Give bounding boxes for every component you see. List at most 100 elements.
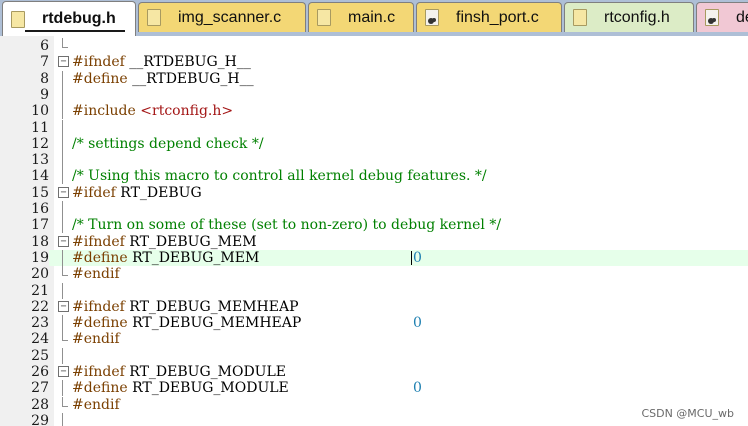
line-number: 29	[31, 412, 49, 426]
code-text: #define __RTDEBUG_H__	[72, 71, 254, 87]
code-text: #ifndef __RTDEBUG_H__	[72, 54, 251, 70]
code-text: #include <rtconfig.h>	[72, 103, 233, 119]
line-number: 23	[31, 315, 49, 332]
fold-guide	[58, 86, 69, 103]
code-line[interactable]: 13	[0, 152, 748, 169]
code-comment: /* Using this macro to control all kerne…	[72, 168, 487, 185]
preprocessor-directive: #include	[72, 103, 136, 120]
code-line[interactable]: 22− #ifndef RT_DEBUG_MEMHEAP	[0, 299, 748, 315]
code-line[interactable]: 26− #ifndef RT_DEBUG_MODULE	[0, 364, 748, 380]
code-line[interactable]: 28 #endif	[0, 396, 748, 413]
code-line[interactable]: 15− #ifdef RT_DEBUG	[0, 185, 748, 201]
tab-main-c[interactable]: main.c	[308, 2, 414, 32]
tab-de-partial[interactable]: de	[696, 2, 748, 32]
line-number: 15	[31, 184, 49, 201]
code-line[interactable]: 14 /* Using this macro to control all ker…	[0, 168, 748, 185]
fold-toggle-icon[interactable]: −	[58, 300, 69, 312]
preprocessor-directive: #endif	[72, 266, 120, 283]
include-path: <rtconfig.h>	[140, 103, 234, 120]
code-line[interactable]: 25	[0, 347, 748, 364]
tab-finsh-port-c[interactable]: finsh_port.c	[416, 2, 562, 32]
code-text: #ifndef RT_DEBUG_MEMHEAP	[72, 299, 299, 315]
code-line[interactable]: 11	[0, 119, 748, 136]
identifier: RT_DEBUG	[115, 184, 202, 201]
code-line[interactable]: 23 #define RT_DEBUG_MEMHEAP 0	[0, 315, 748, 332]
code-editor[interactable]: 6 7− #ifndef __RTDEBUG_H__ 8 #define __RTDEB…	[0, 36, 748, 426]
code-line[interactable]: 29	[0, 412, 748, 426]
preprocessor-directive: #define	[72, 315, 128, 332]
code-line[interactable]: 21	[0, 282, 748, 299]
code-text: /* settings depend check */	[72, 136, 264, 152]
identifier: RT_DEBUG_MEM	[127, 249, 260, 266]
c-source-file-icon	[705, 9, 719, 26]
line-number: 8	[40, 70, 49, 87]
tab-rtconfig-h[interactable]: rtconfig.h	[564, 2, 694, 32]
tab-label: main.c	[348, 8, 396, 26]
code-line[interactable]: 7− #ifndef __RTDEBUG_H__	[0, 54, 748, 70]
line-number: 26	[31, 364, 49, 380]
line-number: 6	[40, 38, 49, 54]
line-number: 22	[31, 298, 49, 315]
fold-guide	[58, 396, 69, 410]
code-line[interactable]: 12 /* settings depend check */	[0, 135, 748, 152]
code-line[interactable]: 6	[0, 38, 748, 54]
code-line[interactable]: 20 #endif	[0, 266, 748, 282]
preprocessor-directive: #ifndef	[72, 298, 125, 315]
fold-toggle-icon[interactable]: −	[58, 366, 69, 377]
fold-guide	[58, 347, 69, 364]
line-number: 18	[31, 233, 49, 250]
header-file-icon	[573, 9, 587, 26]
fold-guide	[58, 331, 69, 344]
fold-guide	[58, 282, 69, 299]
preprocessor-directive: #ifndef	[72, 364, 125, 380]
fold-toggle-icon[interactable]: −	[58, 56, 69, 68]
fold-guide	[58, 412, 69, 426]
line-number: 9	[40, 86, 49, 103]
code-line[interactable]: 19 #define RT_DEBUG_MEM 0	[0, 249, 748, 266]
tab-label: img_scanner.c	[178, 8, 282, 26]
code-line[interactable]: 8 #define __RTDEBUG_H__	[0, 70, 748, 87]
code-line[interactable]: 27 #define RT_DEBUG_MODULE 0	[0, 380, 748, 397]
line-number: 12	[31, 135, 49, 152]
fold-toggle-icon[interactable]: −	[58, 186, 69, 198]
fold-guide	[58, 315, 69, 332]
header-file-icon	[317, 9, 331, 26]
tab-label: rtdebug.h	[42, 10, 116, 27]
code-line[interactable]: 10 #include <rtconfig.h>	[0, 103, 748, 120]
code-text: /* Using this macro to control all kerne…	[72, 168, 487, 184]
line-number: 20	[31, 266, 49, 283]
tab-label: finsh_port.c	[456, 8, 539, 26]
code-text: #define RT_DEBUG_MEM	[72, 250, 259, 266]
line-number: 7	[40, 54, 49, 71]
tab-img-scanner-c[interactable]: img_scanner.c	[138, 2, 306, 32]
header-file-icon	[147, 9, 161, 26]
tab-rtdebug-h[interactable]: rtdebug.h	[2, 1, 136, 36]
fold-guide	[58, 217, 69, 234]
code-line[interactable]: 9	[0, 86, 748, 103]
fold-guide	[58, 201, 69, 217]
line-number: 27	[31, 380, 49, 397]
identifier: RT_DEBUG_MODULE	[124, 364, 286, 380]
line-number: 24	[31, 331, 49, 348]
tab-bar: rtdebug.h img_scanner.c main.c finsh_por…	[0, 0, 748, 36]
identifier: RT_DEBUG_MEMHEAP	[124, 298, 299, 315]
code-text: #endif	[72, 397, 120, 413]
identifier: RT_DEBUG_MEM	[124, 233, 257, 250]
preprocessor-directive: #ifndef	[72, 233, 125, 250]
fold-toggle-icon[interactable]: −	[58, 235, 69, 247]
code-text: #ifndef RT_DEBUG_MODULE	[72, 364, 286, 380]
code-comment: /* settings depend check */	[72, 135, 264, 152]
code-line[interactable]: 17 /* Turn on some of these (set to non-z…	[0, 217, 748, 234]
code-line[interactable]: 24 #endif	[0, 331, 748, 347]
fold-guide	[58, 152, 69, 169]
fold-guide	[58, 38, 69, 51]
line-number: 25	[31, 347, 49, 364]
fold-guide	[58, 70, 69, 87]
macro-value: 0	[413, 249, 422, 266]
watermark: CSDN @MCU_wb	[641, 407, 734, 420]
code-line[interactable]: 18− #ifndef RT_DEBUG_MEM	[0, 234, 748, 250]
line-number: 16	[31, 201, 49, 217]
preprocessor-directive: #ifndef	[72, 54, 125, 71]
code-line[interactable]: 16	[0, 201, 748, 217]
fold-guide	[58, 168, 69, 185]
